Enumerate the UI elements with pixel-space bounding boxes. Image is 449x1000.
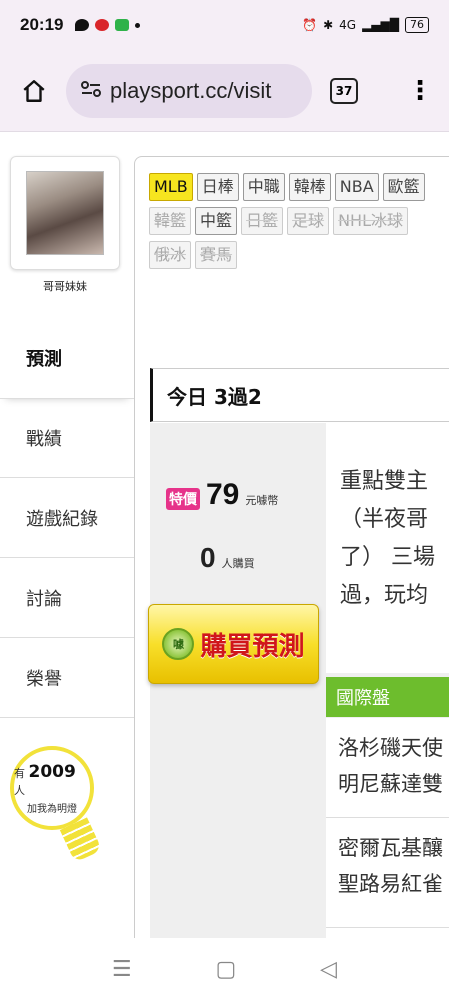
sport-tag[interactable]: MLB — [149, 173, 193, 201]
home-nav-icon[interactable]: ▢ — [216, 957, 237, 982]
sidebar-item-record[interactable]: 戰績 — [0, 398, 134, 478]
recents-icon[interactable]: ☰ — [112, 957, 132, 982]
signal-text: 4G — [339, 18, 357, 32]
sidebar: 哥哥妹妹 預測 戰績 遊戲紀錄 討論 榮譽 有 2009 人 加我為明燈 — [0, 132, 134, 938]
browser-toolbar: playsport.cc/visit 37 ⋮ — [0, 50, 449, 132]
buyers-row: 0 人購買 — [200, 542, 255, 574]
notification-icons — [75, 19, 141, 31]
today-title: 今日 3過2 — [150, 368, 449, 422]
match-team: 明尼蘇達雙 — [338, 772, 443, 796]
match-team: 聖路易紅雀 — [338, 872, 443, 896]
follow-label: 加我為明燈 — [27, 803, 77, 815]
description-text: 重點雙主 （半夜哥 了） 三場 過，玩均 — [340, 463, 449, 615]
price-amount: 79 — [206, 478, 240, 511]
follow-prefix: 有 — [14, 766, 25, 780]
follow-count-line: 有 2009 人 — [14, 762, 90, 798]
signal-icon: ▂▄▆█ — [362, 18, 399, 32]
match-item[interactable]: 洛杉磯天使 明尼蘇達雙 — [326, 718, 449, 818]
sport-tag[interactable]: 日籃 — [241, 207, 284, 235]
description-line: 了） 三場 — [340, 545, 435, 570]
alarm-icon: ⏰ — [302, 18, 318, 32]
price-row: 特價 79 元噱幣 — [166, 478, 278, 512]
match-team: 密爾瓦基釀 — [338, 836, 443, 860]
more-menu-icon[interactable]: ⋮ — [407, 78, 433, 104]
avatar-frame[interactable] — [10, 156, 120, 270]
page-content: 哥哥妹妹 預測 戰績 遊戲紀錄 討論 榮譽 有 2009 人 加我為明燈 MLB… — [0, 132, 449, 938]
chat-icon — [75, 19, 90, 31]
buyers-count: 0 — [200, 542, 216, 573]
system-icons: ⏰ ✱ 4G ▂▄▆█ 76 — [302, 17, 429, 33]
price-unit: 元噱幣 — [245, 494, 279, 507]
sidebar-item-game-log[interactable]: 遊戲紀錄 — [0, 478, 134, 558]
sport-tags: MLB 日棒 中職 韓棒 NBA 歐籃韓籃 中籃 日籃 足球 NHL冰球俄冰 賽馬 — [149, 173, 449, 269]
sport-tag[interactable]: 日棒 — [196, 173, 239, 201]
status-time: 20:19 — [20, 15, 64, 34]
special-badge: 特價 — [166, 488, 200, 510]
more-dot-icon — [135, 22, 141, 28]
follow-count: 2009 — [28, 761, 76, 782]
description-line: （半夜哥 — [340, 507, 429, 532]
tabs-button[interactable]: 37 — [330, 77, 358, 104]
description-line: 過，玩均 — [340, 583, 429, 608]
battery-icon: 76 — [405, 17, 429, 33]
sport-tag[interactable]: 中職 — [242, 173, 285, 201]
sidebar-item-predict[interactable]: 預測 — [0, 318, 134, 398]
sport-tag[interactable]: NHL冰球 — [333, 207, 408, 235]
app-notification-icon — [95, 19, 110, 31]
match-list: 洛杉磯天使 明尼蘇達雙 密爾瓦基釀 聖路易紅雀 — [326, 718, 449, 938]
match-item[interactable]: 密爾瓦基釀 聖路易紅雀 — [326, 818, 449, 928]
sidebar-item-discussion[interactable]: 討論 — [0, 558, 134, 638]
sport-tag[interactable]: 韓籃 — [149, 207, 192, 235]
avatar — [26, 171, 104, 255]
home-icon[interactable] — [16, 73, 52, 109]
back-icon[interactable]: ◁ — [320, 957, 337, 982]
sport-tag[interactable]: 韓棒 — [288, 173, 331, 201]
follow-suffix: 人 — [14, 783, 25, 797]
system-nav-bar: ☰ ▢ ◁ — [0, 938, 449, 1000]
description-panel: 重點雙主 （半夜哥 了） 三場 過，玩均 — [326, 423, 449, 673]
buyers-unit: 人購買 — [221, 557, 255, 570]
sport-tag[interactable]: 賽馬 — [195, 241, 238, 269]
url-text: playsport.cc/visit — [110, 77, 272, 103]
buy-prediction-label: 購買預測 — [200, 631, 305, 662]
sport-tag[interactable]: 足球 — [287, 207, 330, 235]
avatar-name: 哥哥妹妹 — [43, 280, 87, 293]
price-panel: 特價 79 元噱幣 0 人購買 — [150, 432, 325, 938]
follow-bulb[interactable]: 有 2009 人 加我為明燈 — [10, 746, 94, 830]
sport-tag[interactable]: 俄冰 — [149, 241, 192, 269]
section-header: 國際盤 — [326, 677, 449, 717]
site-settings-icon[interactable] — [80, 80, 102, 102]
app-notification-icon — [115, 19, 130, 31]
sidebar-item-honor[interactable]: 榮譽 — [0, 638, 134, 718]
coin-icon: 噱 — [162, 628, 195, 660]
address-bar[interactable]: playsport.cc/visit — [66, 63, 312, 118]
sport-tag[interactable]: 歐籃 — [382, 173, 425, 201]
description-line: 重點雙主 — [340, 469, 429, 494]
sport-tag[interactable]: NBA — [334, 173, 379, 201]
sport-tag[interactable]: 中籃 — [195, 207, 238, 235]
buy-prediction-button[interactable]: 噱 購買預測 — [148, 604, 319, 684]
status-bar: 20:19 ⏰ ✱ 4G ▂▄▆█ 76 — [0, 0, 449, 50]
bluetooth-icon: ✱ — [323, 18, 334, 32]
match-team: 洛杉磯天使 — [338, 736, 443, 760]
